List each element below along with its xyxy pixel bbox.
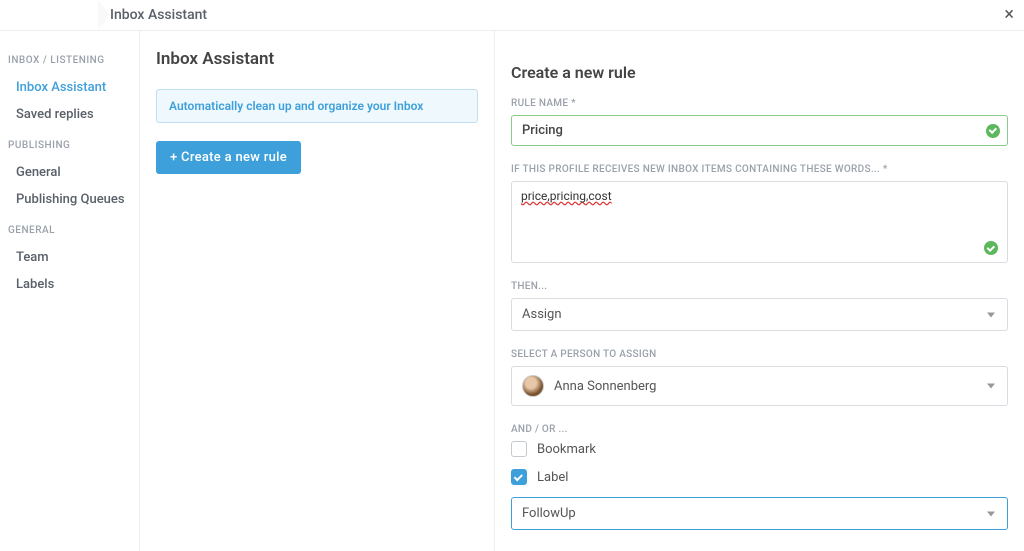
then-label: THEN... xyxy=(511,281,1008,292)
main-layout: INBOX / LISTENING Inbox Assistant Saved … xyxy=(0,31,1024,551)
person-select[interactable]: Anna Sonnenberg xyxy=(511,366,1008,406)
label-select[interactable]: FollowUp xyxy=(511,497,1008,530)
modal-header: Inbox Assistant × xyxy=(0,0,1024,31)
middle-heading: Inbox Assistant xyxy=(156,49,478,69)
label-label: Label xyxy=(537,470,568,485)
middle-panel: Inbox Assistant Automatically clean up a… xyxy=(140,31,495,551)
rule-name-wrap xyxy=(511,115,1008,146)
person-value: Anna Sonnenberg xyxy=(554,379,656,394)
bookmark-checkbox[interactable] xyxy=(511,441,527,457)
sidebar-item-saved-replies[interactable]: Saved replies xyxy=(8,101,135,128)
modal-title: Inbox Assistant xyxy=(110,7,207,23)
form-heading: Create a new rule xyxy=(511,63,1008,82)
label-row: Label xyxy=(511,469,1008,485)
sidebar-item-general-pub[interactable]: General xyxy=(8,159,135,186)
rule-name-label: RULE NAME * xyxy=(511,98,1008,109)
chevron-down-icon xyxy=(987,511,995,516)
label-select-value: FollowUp xyxy=(522,506,576,521)
words-label: IF THIS PROFILE RECEIVES NEW INBOX ITEMS… xyxy=(511,164,1008,175)
sidebar: INBOX / LISTENING Inbox Assistant Saved … xyxy=(0,31,140,551)
info-banner: Automatically clean up and organize your… xyxy=(156,89,478,123)
rule-name-input[interactable] xyxy=(511,115,1008,146)
sidebar-group-general: GENERAL xyxy=(8,225,135,236)
person-label: SELECT A PERSON TO ASSIGN xyxy=(511,349,1008,360)
andor-label: AND / OR ... xyxy=(511,424,1008,435)
sidebar-item-labels[interactable]: Labels xyxy=(8,271,135,298)
chevron-down-icon xyxy=(987,384,995,389)
check-circle-icon xyxy=(986,124,1000,138)
chevron-down-icon xyxy=(987,312,995,317)
close-icon[interactable]: × xyxy=(1004,4,1014,25)
label-checkbox[interactable] xyxy=(511,469,527,485)
sidebar-item-publishing-queues[interactable]: Publishing Queues xyxy=(8,186,135,213)
words-textarea[interactable] xyxy=(511,181,1008,263)
avatar xyxy=(522,375,544,397)
create-rule-button[interactable]: + Create a new rule xyxy=(156,141,301,174)
sidebar-group-publishing: PUBLISHING xyxy=(8,140,135,151)
bookmark-row: Bookmark xyxy=(511,441,1008,457)
right-panel: Create a new rule RULE NAME * IF THIS PR… xyxy=(495,31,1024,551)
sidebar-group-inbox: INBOX / LISTENING xyxy=(8,55,135,66)
check-circle-icon xyxy=(984,241,998,255)
action-value: Assign xyxy=(522,307,562,322)
action-select[interactable]: Assign xyxy=(511,298,1008,331)
bookmark-label: Bookmark xyxy=(537,442,596,457)
words-wrap: price,pricing,cost xyxy=(511,181,1008,267)
sidebar-item-team[interactable]: Team xyxy=(8,244,135,271)
sidebar-item-inbox-assistant[interactable]: Inbox Assistant xyxy=(8,74,135,101)
breadcrumb-chevron xyxy=(0,0,110,31)
